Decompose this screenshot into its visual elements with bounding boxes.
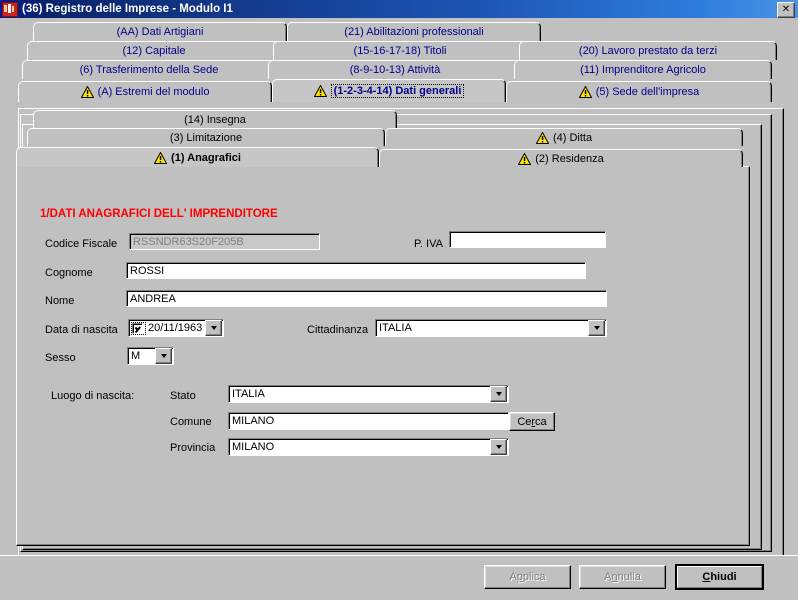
- sesso-label: Sesso: [45, 352, 76, 364]
- chevron-down-icon[interactable]: [490, 439, 507, 455]
- tab-label: (11) Imprenditore Agricolo: [580, 64, 706, 76]
- warning-icon: [80, 86, 94, 98]
- app-icon: [2, 1, 18, 17]
- tab-1-2-3-4-14-dati-generali[interactable]: (1-2-3-4-14) Dati generali: [272, 79, 506, 102]
- tab-11-imprenditore-agricolo[interactable]: (11) Imprenditore Agricolo: [514, 60, 772, 79]
- tab-label: (1-2-3-4-14) Dati generali: [333, 85, 462, 97]
- comune-field[interactable]: MILANO: [228, 412, 509, 430]
- chiudi-button[interactable]: Chiudi: [675, 564, 764, 590]
- data-nascita-checkbox[interactable]: [132, 322, 143, 334]
- cittadinanza-select[interactable]: ITALIA: [375, 319, 607, 337]
- cittadinanza-value: ITALIA: [379, 322, 412, 334]
- provincia-value: MILANO: [232, 441, 275, 453]
- piva-field[interactable]: [449, 231, 606, 248]
- tab-14-insegna[interactable]: (14) Insegna: [33, 110, 397, 128]
- data-nascita-picker[interactable]: 20/11/1963: [128, 319, 224, 337]
- codice-fiscale-field[interactable]: RSSNDR63S20F205B: [129, 233, 320, 250]
- chiudi-button-inner: Chiudi: [677, 566, 762, 588]
- tab-a-estremi-del-modulo[interactable]: (A) Estremi del modulo: [18, 81, 272, 102]
- tab-label: (4) Ditta: [552, 131, 593, 144]
- tab-label: (3) Limitazione: [169, 131, 243, 144]
- provincia-label: Provincia: [170, 442, 216, 454]
- nome-field[interactable]: ANDREA: [126, 290, 607, 307]
- tab-label: (20) Lavoro prestato da terzi: [578, 45, 718, 57]
- nome-label: Nome: [45, 295, 75, 307]
- tab-label: (15-16-17-18) Titoli: [353, 45, 447, 57]
- chevron-down-icon[interactable]: [588, 320, 605, 336]
- chevron-down-icon[interactable]: [205, 320, 223, 336]
- warning-icon: [313, 85, 327, 97]
- tab-3-limitazione[interactable]: (3) Limitazione: [27, 128, 385, 146]
- piva-label: P. IVA: [414, 238, 443, 250]
- cerca-button-label: Cerca: [517, 415, 547, 428]
- section-title: 1/DATI ANAGRAFICI DELL' IMPRENDITORE: [40, 208, 278, 220]
- cognome-field[interactable]: ROSSI: [126, 262, 586, 279]
- tab-8-9-10-13-attivita[interactable]: (8-9-10-13) Attività: [268, 60, 522, 79]
- tab-label: (14) Insegna: [184, 113, 246, 126]
- tab-label: (12) Capitale: [122, 45, 186, 57]
- chevron-down-icon[interactable]: [490, 386, 507, 402]
- data-nascita-value: 20/11/1963: [148, 322, 203, 334]
- luogo-nascita-label: Luogo di nascita:: [51, 390, 135, 402]
- tab-20-lavoro-prestato-da-terzi[interactable]: (20) Lavoro prestato da terzi: [519, 41, 777, 60]
- tab-label: (8-9-10-13) Attività: [349, 64, 441, 76]
- tab-label: (1) Anagrafici: [171, 151, 241, 164]
- cognome-label: Cognome: [45, 267, 93, 279]
- chiudi-button-label: Chiudi: [702, 571, 737, 583]
- tab-1-anagrafici[interactable]: (1) Anagrafici: [16, 147, 379, 167]
- annulla-button-label: Annulla: [604, 571, 641, 583]
- stato-select[interactable]: ITALIA: [228, 385, 509, 403]
- comune-label: Comune: [170, 416, 212, 428]
- tab-21-abilitazioni-professionali[interactable]: (21) Abilitazioni professionali: [287, 22, 541, 41]
- tab-label: (AA) Dati Artigiani: [116, 26, 204, 38]
- warning-icon: [535, 131, 549, 144]
- applica-button-label: Applica: [509, 571, 546, 583]
- tab-label: (5) Sede dell'impresa: [595, 86, 700, 98]
- tab-12-capitale[interactable]: (12) Capitale: [27, 41, 281, 60]
- dialog-window: (36) Registro delle Imprese - Modulo I1 …: [0, 0, 798, 600]
- data-nascita-label: Data di nascita: [45, 324, 118, 336]
- stato-label: Stato: [170, 390, 196, 402]
- close-icon[interactable]: ✕: [777, 2, 795, 18]
- sesso-select[interactable]: M: [127, 347, 174, 365]
- applica-button[interactable]: Applica: [484, 565, 571, 589]
- window-title: (36) Registro delle Imprese - Modulo I1: [22, 3, 233, 15]
- tab-aa-dati-artigiani[interactable]: (AA) Dati Artigiani: [33, 22, 287, 41]
- cittadinanza-label: Cittadinanza: [307, 324, 369, 336]
- warning-icon: [578, 86, 592, 98]
- codice-fiscale-label: Codice Fiscale: [45, 238, 118, 250]
- data-nascita-checkbox-focus: [131, 321, 146, 335]
- stato-value: ITALIA: [232, 388, 265, 400]
- warning-icon: [518, 152, 532, 165]
- tab-focus-ring: (1-2-3-4-14) Dati generali: [330, 84, 465, 98]
- tab-label: (21) Abilitazioni professionali: [344, 26, 484, 38]
- provincia-select[interactable]: MILANO: [228, 438, 509, 456]
- cerca-button[interactable]: Cerca: [509, 412, 555, 431]
- sesso-value: M: [131, 350, 141, 362]
- tab-label: (6) Trasferimento della Sede: [79, 64, 219, 76]
- title-bar: (36) Registro delle Imprese - Modulo I1 …: [0, 0, 798, 18]
- tab-4-ditta[interactable]: (4) Ditta: [385, 128, 743, 146]
- warning-icon: [154, 151, 168, 164]
- annulla-button[interactable]: Annulla: [579, 565, 666, 589]
- tab-15-16-17-18-titoli[interactable]: (15-16-17-18) Titoli: [273, 41, 527, 60]
- tab-6-trasferimento-della-sede[interactable]: (6) Trasferimento della Sede: [22, 60, 276, 79]
- tab-label: (2) Residenza: [535, 152, 604, 165]
- tab-label: (A) Estremi del modulo: [97, 86, 210, 98]
- chevron-down-icon[interactable]: [155, 348, 172, 364]
- tab-2-residenza[interactable]: (2) Residenza: [379, 149, 743, 167]
- tab-5-sede-dell-impresa[interactable]: (5) Sede dell'impresa: [506, 81, 772, 102]
